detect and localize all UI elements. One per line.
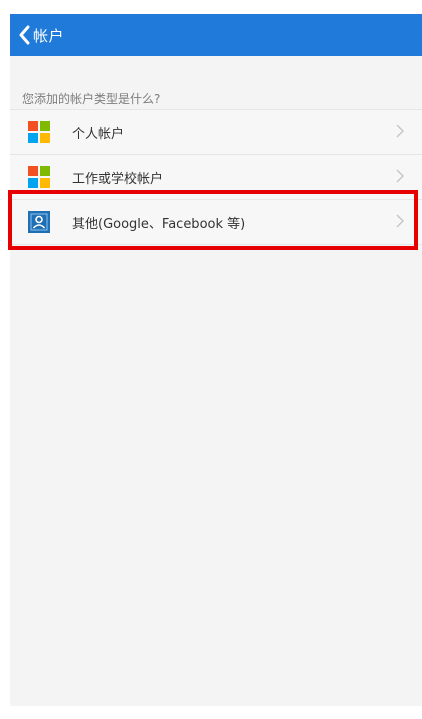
- chevron-right-icon: [396, 169, 404, 183]
- account-option-label: 其他(Google、Facebook 等): [72, 216, 246, 232]
- status-strip: [0, 0, 422, 14]
- chevron-left-icon: [18, 25, 30, 45]
- microsoft-logo-icon: [28, 121, 50, 143]
- account-type-prompt: 您添加的帐户类型是什么?: [22, 92, 161, 106]
- account-option-label: 工作或学校帐户: [72, 171, 164, 187]
- bottom-strip: [0, 706, 422, 719]
- chevron-right-icon: [396, 124, 404, 138]
- back-button[interactable]: 帐户: [10, 14, 64, 56]
- app-header: 帐户: [10, 14, 422, 56]
- account-option-personal[interactable]: 个人帐户: [10, 109, 422, 155]
- account-option-label: 个人帐户: [72, 126, 125, 142]
- app-screen: 帐户 您添加的帐户类型是什么? 个人帐户 工作或学校帐户 其他(Google、F…: [0, 0, 422, 719]
- microsoft-logo-icon: [28, 166, 50, 188]
- page-title: 帐户: [33, 26, 65, 45]
- account-option-work-school[interactable]: 工作或学校帐户: [10, 155, 422, 200]
- account-type-list: 个人帐户 工作或学校帐户 其他(Google、Facebook 等): [10, 109, 422, 245]
- account-option-other[interactable]: 其他(Google、Facebook 等): [10, 200, 422, 245]
- chevron-right-icon: [396, 214, 404, 228]
- person-icon: [28, 211, 50, 233]
